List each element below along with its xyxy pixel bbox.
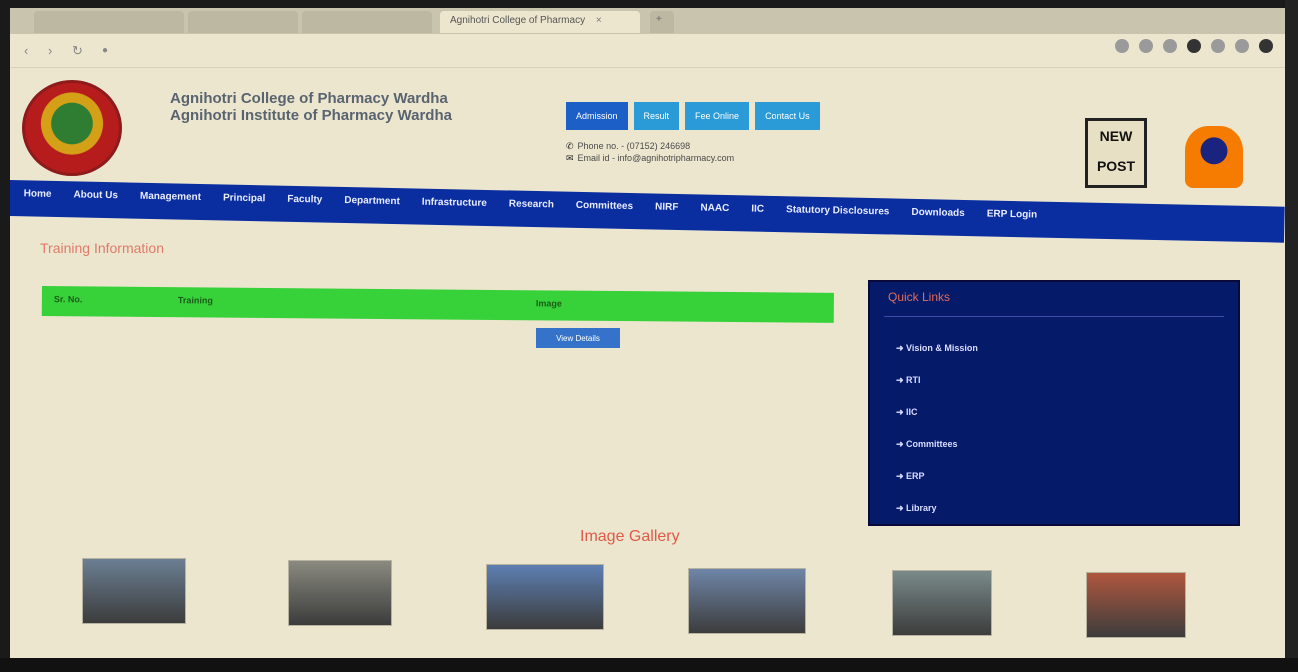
- extension-icon[interactable]: [1163, 39, 1177, 53]
- extension-icon[interactable]: [1115, 39, 1129, 53]
- admission-button[interactable]: Admission: [566, 102, 628, 130]
- quick-links-list: ➜ Vision & Mission ➜ RTI ➜ IIC ➜ Committ…: [896, 342, 978, 534]
- new-tab-button[interactable]: +: [650, 11, 674, 33]
- result-button[interactable]: Result: [633, 102, 680, 130]
- header-buttons: Admission Result Fee Online Contact Us: [566, 102, 820, 130]
- gallery-photo-3[interactable]: [486, 564, 604, 630]
- monitor-bezel: [1285, 0, 1298, 672]
- profile-icon[interactable]: [1259, 39, 1273, 53]
- table-header: Sr. No. Training Image: [41, 286, 834, 323]
- browser-tab[interactable]: [302, 11, 432, 33]
- gallery-photo-1[interactable]: [82, 558, 186, 624]
- quick-links-panel: Quick Links ➜ Vision & Mission ➜ RTI ➜ I…: [868, 280, 1240, 526]
- phone-text: Phone no. - (07152) 246698: [577, 141, 691, 151]
- nav-item-research[interactable]: Research: [509, 198, 554, 210]
- main-navigation: Home About Us Management Principal Facul…: [10, 180, 1285, 243]
- close-icon[interactable]: ×: [596, 15, 602, 26]
- nav-item-downloads[interactable]: Downloads: [911, 207, 965, 219]
- monitor-screen: Agnihotri College of Pharmacy × + ‹ › ↻ …: [10, 8, 1285, 660]
- divider: [884, 316, 1224, 317]
- nav-item-home[interactable]: Home: [24, 188, 52, 200]
- nav-item-about[interactable]: About Us: [73, 189, 118, 201]
- forward-icon[interactable]: ›: [48, 43, 52, 58]
- quick-link-item[interactable]: ➜ Vision & Mission: [896, 342, 978, 374]
- phone-icon: ✆: [566, 141, 574, 151]
- badge-line-2: POST: [1096, 158, 1136, 174]
- extension-icons: [1115, 39, 1273, 53]
- view-details-button[interactable]: View Details: [536, 328, 620, 348]
- emblem-logo: [1185, 126, 1243, 188]
- quick-link-item[interactable]: ➜ ERP: [896, 470, 978, 502]
- tab-title: Agnihotri College of Pharmacy: [450, 15, 586, 26]
- gallery-photo-4[interactable]: [688, 568, 806, 634]
- quick-link-item[interactable]: ➜ IIC: [896, 406, 978, 438]
- email-text[interactable]: Email id - info@agnihotripharmacy.com: [578, 153, 735, 163]
- column-header-sr-no: Sr. No.: [53, 294, 83, 305]
- nav-item-committees[interactable]: Committees: [576, 200, 633, 212]
- contact-us-button[interactable]: Contact Us: [755, 102, 820, 130]
- college-name-line-1: Agnihotri College of Pharmacy Wardha: [170, 90, 448, 107]
- nav-item-infrastructure[interactable]: Infrastructure: [422, 197, 487, 209]
- browser-tab-bar: Agnihotri College of Pharmacy × +: [10, 8, 1285, 34]
- quick-link-item[interactable]: ➜ RTI: [896, 374, 978, 406]
- nav-item-erp-login[interactable]: ERP Login: [987, 208, 1038, 220]
- gallery-photo-6[interactable]: [1086, 572, 1186, 638]
- column-header-training: Training: [177, 295, 213, 306]
- extension-icon[interactable]: [1235, 39, 1249, 53]
- section-title: Training Information: [40, 240, 164, 256]
- lock-icon: ●: [102, 45, 109, 56]
- college-name: Agnihotri College of Pharmacy Wardha Agn…: [170, 90, 452, 124]
- nav-item-faculty[interactable]: Faculty: [287, 194, 322, 206]
- nav-item-nirf[interactable]: NIRF: [655, 202, 679, 213]
- nav-item-principal[interactable]: Principal: [223, 192, 265, 204]
- nav-item-naac[interactable]: NAAC: [700, 202, 729, 214]
- gallery-photo-2[interactable]: [288, 560, 392, 626]
- browser-tab[interactable]: [188, 11, 298, 33]
- address-bar: ‹ › ↻ ●: [10, 34, 1285, 68]
- back-icon[interactable]: ‹: [24, 43, 28, 58]
- browser-tab-active[interactable]: Agnihotri College of Pharmacy ×: [440, 11, 640, 33]
- contact-info: ✆ Phone no. - (07152) 246698 ✉ Email id - …: [566, 140, 734, 164]
- column-header-image: Image: [535, 298, 562, 309]
- extension-icon[interactable]: [1139, 39, 1153, 53]
- nav-item-management[interactable]: Management: [140, 191, 201, 203]
- monitor-bezel: [0, 658, 1298, 672]
- reload-icon[interactable]: ↻: [72, 43, 83, 59]
- nav-item-iic[interactable]: IIC: [751, 204, 764, 215]
- badge-line-1: NEW: [1099, 128, 1133, 144]
- extension-icon[interactable]: [1211, 39, 1225, 53]
- browser-tab[interactable]: [34, 11, 184, 33]
- gallery-title: Image Gallery: [580, 528, 680, 545]
- college-logo[interactable]: [22, 80, 122, 176]
- college-name-line-2: Agnihotri Institute of Pharmacy Wardha: [170, 107, 452, 124]
- image-gallery: [82, 558, 1192, 638]
- quick-links-title: Quick Links: [888, 290, 951, 304]
- mail-icon: ✉: [566, 153, 574, 163]
- quick-link-item[interactable]: ➜ Library: [896, 502, 978, 534]
- site-header: Agnihotri College of Pharmacy Wardha Agn…: [10, 68, 1285, 188]
- fee-online-button[interactable]: Fee Online: [685, 102, 750, 130]
- nav-item-department[interactable]: Department: [344, 195, 400, 207]
- extension-icon[interactable]: [1187, 39, 1201, 53]
- new-post-badge[interactable]: NEW POST: [1085, 118, 1147, 188]
- gallery-photo-5[interactable]: [892, 570, 992, 636]
- nav-item-statutory[interactable]: Statutory Disclosures: [786, 204, 890, 217]
- quick-link-item[interactable]: ➜ Committees: [896, 438, 978, 470]
